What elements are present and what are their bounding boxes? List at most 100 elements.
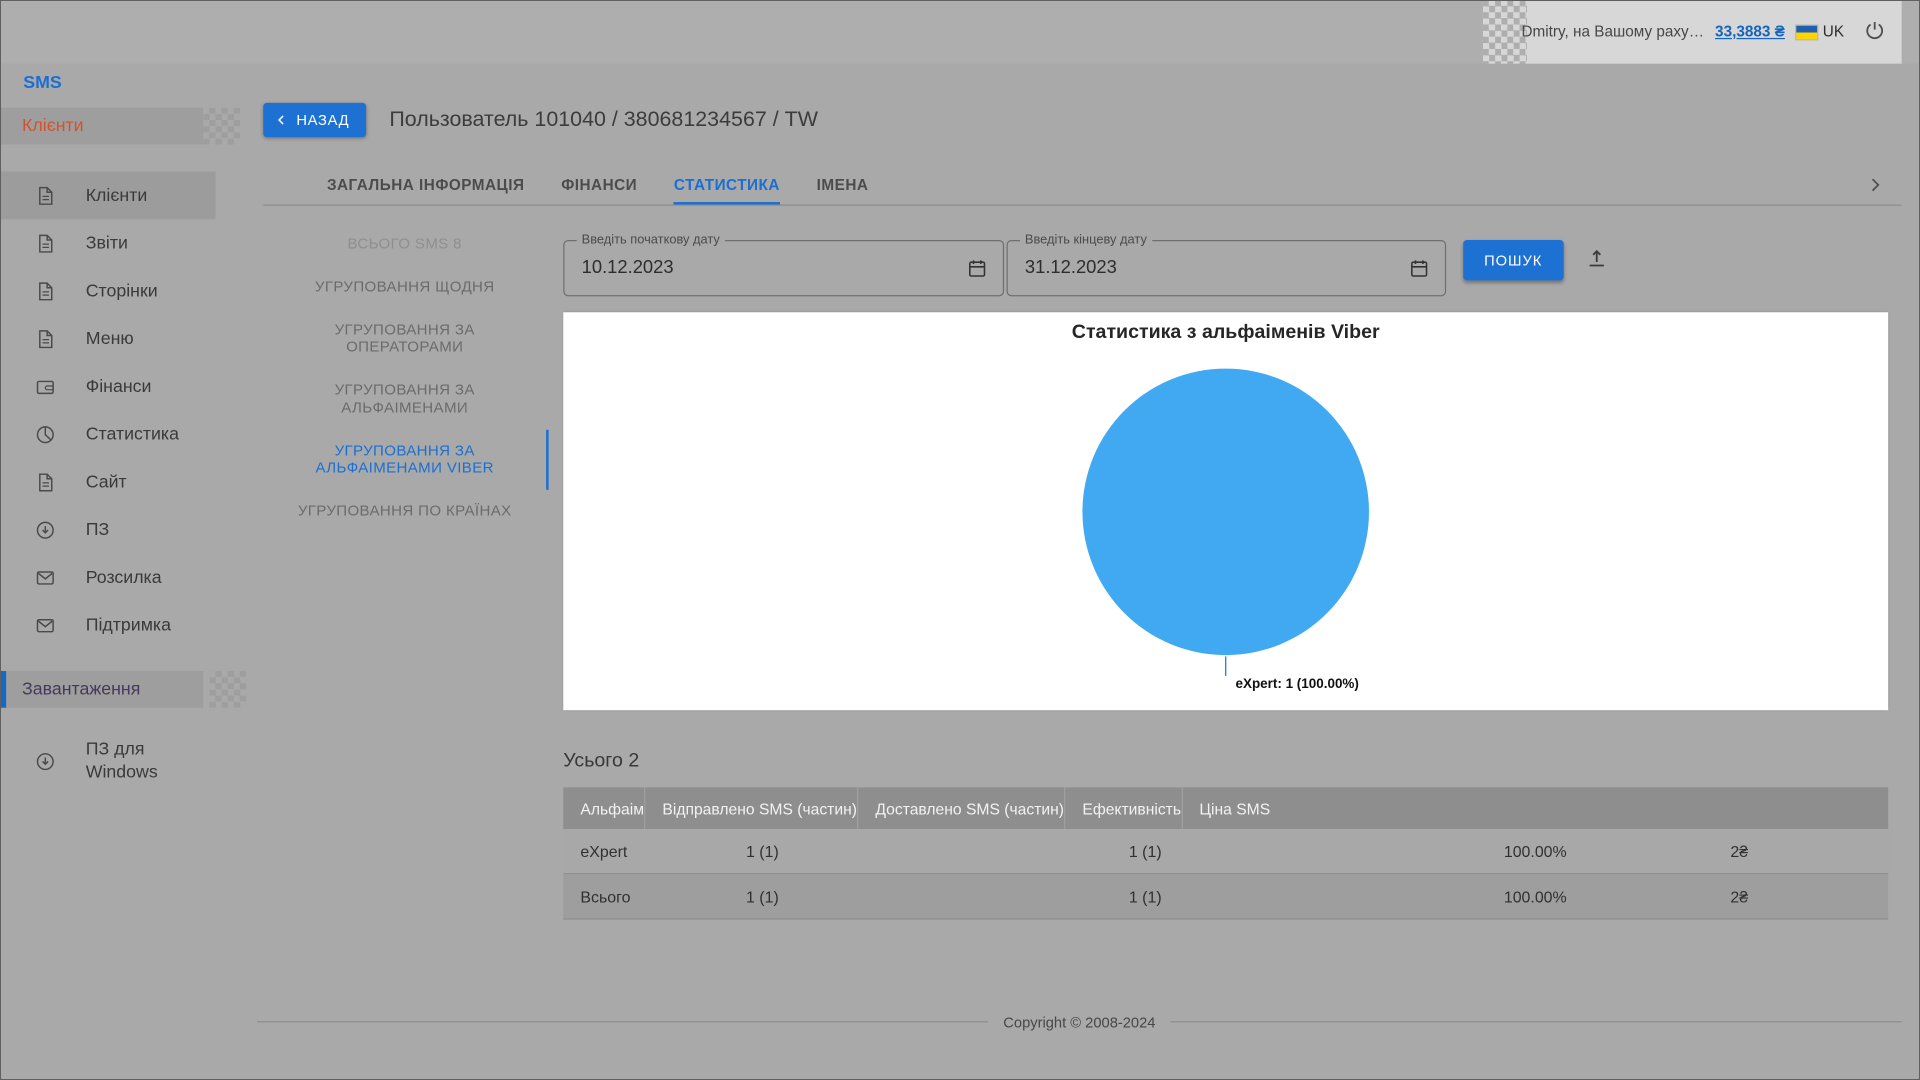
table-cell: Всього <box>580 887 631 906</box>
table-cell: 2₴ <box>1730 887 1749 906</box>
table-header-cell: Ефективність <box>1064 787 1181 829</box>
table-row: eXpert 1 (1) 1 (1) 100.00% 2₴ <box>563 828 1889 875</box>
topbar-dither-decoration <box>1482 0 1527 64</box>
sidebar-group-clients[interactable]: Клієнти <box>0 107 240 145</box>
pie-slice[interactable] <box>1082 368 1369 656</box>
subnav-item[interactable]: ВСЬОГО SMS 8 <box>263 223 548 266</box>
start-date-field[interactable]: Введіть початкову дату 10.12.2023 <box>563 232 1005 297</box>
table-cell: 1 (1) <box>1128 887 1162 906</box>
table-body: eXpert 1 (1) 1 (1) 100.00% 2₴ Всього 1 (… <box>563 828 1889 920</box>
document-icon <box>34 328 56 350</box>
back-button-label: НАЗАД <box>296 111 350 129</box>
sidebar-item-label: Клієнти <box>85 185 148 206</box>
document-icon <box>34 184 56 206</box>
sidebar-item-label: ПЗ для Windows <box>85 739 158 783</box>
summary-total: Усього 2 <box>563 750 640 772</box>
table-cell: 1 (1) <box>746 887 779 906</box>
table-cell: 1 (1) <box>1128 841 1162 861</box>
group-dither-decoration <box>209 671 247 708</box>
sidebar: SMS Клієнти Клієнти Звіти Сторінки Меню … <box>0 64 260 1080</box>
sidebar-item-label: Звіти <box>85 233 128 253</box>
tab-bar: ЗАГАЛЬНА ІНФОРМАЦІЯ ФІНАНСИ СТАТИСТИКА І… <box>263 167 1902 206</box>
sidebar-item[interactable]: Фінанси <box>0 362 216 410</box>
table-header-cell: Доставлено SMS (частин) <box>856 787 1064 829</box>
sidebar-item-label: Статистика <box>85 424 179 444</box>
sidebar-item[interactable]: Меню <box>0 315 216 363</box>
tab[interactable]: ЗАГАЛЬНА ІНФОРМАЦІЯ <box>327 167 525 205</box>
footer-copyright: Copyright © 2008-2024 <box>988 1013 1171 1032</box>
upload-icon <box>1589 249 1604 267</box>
chevron-left-icon <box>277 115 284 125</box>
table-cell: eXpert <box>580 841 628 861</box>
app-window: Dmitry, на Вашому раху… 33,3883 ₴ UK SMS… <box>0 0 1920 1080</box>
pie-chart-icon <box>34 423 56 445</box>
sidebar-group-downloads[interactable]: Завантаження <box>0 671 247 708</box>
document-icon <box>34 471 56 493</box>
sidebar-items: Клієнти Звіти Сторінки Меню Фінанси Стат… <box>0 171 260 649</box>
language-switcher[interactable]: UK <box>1795 23 1845 41</box>
sidebar-item-label: Фінанси <box>85 376 152 397</box>
start-date-value: 10.12.2023 <box>581 257 674 278</box>
user-greeting: Dmitry, на Вашому раху… <box>1521 23 1705 41</box>
back-button[interactable]: НАЗАД <box>263 102 367 138</box>
footer: Copyright © 2008-2024 <box>257 1011 1902 1033</box>
page-title: Пользователь 101040 / 380681234567 / TW <box>389 106 818 132</box>
sidebar-item-label: Розсилка <box>85 567 162 588</box>
sidebar-item[interactable]: Підтримка <box>0 601 216 649</box>
tabs-scroll-right-button[interactable] <box>1866 176 1883 193</box>
balance-link[interactable]: 33,3883 ₴ <box>1715 23 1785 40</box>
subnav-item[interactable]: УГРУПОВАННЯ ЩОДНЯ <box>263 265 548 308</box>
table-cell: 1 (1) <box>746 841 779 861</box>
table-cell: 100.00% <box>1503 887 1567 906</box>
envelope-icon <box>34 566 56 588</box>
sidebar-item-label: Сторінки <box>85 281 158 301</box>
main-content: Введіть початкову дату 10.12.2023 Введіт… <box>563 232 1889 920</box>
sidebar-item-label: Підтримка <box>85 615 171 635</box>
sidebar-item[interactable]: Статистика <box>0 410 216 458</box>
download-icon <box>34 751 56 773</box>
table-cell: 100.00% <box>1503 841 1567 861</box>
export-button[interactable] <box>1584 246 1611 273</box>
tab[interactable]: ІМЕНА <box>817 167 869 205</box>
ukraine-flag-icon <box>1795 25 1817 39</box>
search-button[interactable]: ПОШУК <box>1463 240 1564 281</box>
sidebar-item-windows-software[interactable]: ПЗ для Windows <box>0 732 260 791</box>
end-date-field[interactable]: Введіть кінцеву дату 31.12.2023 <box>1006 232 1447 297</box>
sidebar-item[interactable]: ПЗ <box>0 506 216 554</box>
pie-chart: eXpert: 1 (100.00%) <box>1082 368 1369 691</box>
sidebar-item-label: Сайт <box>85 472 127 492</box>
group-dither-decoration <box>203 107 240 145</box>
sidebar-item[interactable]: Звіти <box>0 219 216 267</box>
wallet-icon <box>34 375 56 397</box>
sidebar-item[interactable]: Сайт <box>0 458 216 506</box>
sidebar-item[interactable]: Сторінки <box>0 267 216 315</box>
logout-button[interactable] <box>1862 18 1886 45</box>
table-cell: 2₴ <box>1730 841 1749 861</box>
pie-callout-label: eXpert: 1 (100.00%) <box>1236 676 1359 691</box>
sidebar-group-clients-label: Клієнти <box>22 116 84 136</box>
calendar-icon[interactable] <box>966 257 988 279</box>
subnav-item[interactable]: УГРУПОВАННЯ ПО КРАЇНАХ <box>263 490 548 533</box>
sidebar-item[interactable]: Клієнти <box>0 171 216 220</box>
calendar-icon[interactable] <box>1408 257 1430 279</box>
document-icon <box>34 232 56 254</box>
power-icon <box>1866 21 1884 40</box>
tab[interactable]: ФІНАНСИ <box>561 167 637 205</box>
envelope-icon <box>34 614 56 636</box>
subnav-item[interactable]: УГРУПОВАННЯ ЗА ОПЕРАТОРАМИ <box>263 308 548 369</box>
table-header-row: Альфаім Відправлено SMS (частин) Доставл… <box>563 787 1889 829</box>
sidebar-item[interactable]: Розсилка <box>0 553 216 601</box>
sidebar-item-label: Меню <box>85 328 134 349</box>
table-row: Всього 1 (1) 1 (1) 100.00% 2₴ <box>563 874 1889 920</box>
subnav-item[interactable]: УГРУПОВАННЯ ЗА АЛЬФАІМЕНАМИ <box>263 369 548 430</box>
language-label: UK <box>1822 23 1845 41</box>
document-icon <box>34 280 56 302</box>
subnav-item[interactable]: УГРУПОВАННЯ ЗА АЛЬФАІМЕНАМИ VIBER <box>263 429 549 490</box>
tab[interactable]: СТАТИСТИКА <box>673 167 780 205</box>
end-date-value: 31.12.2023 <box>1024 257 1117 278</box>
sidebar-item-label: ПЗ <box>85 519 110 540</box>
statistics-table: Альфаім Відправлено SMS (частин) Доставл… <box>563 787 1889 920</box>
chart-title: Статистика з альфаіменів Viber <box>1071 322 1380 343</box>
statistics-subnav: ВСЬОГО SMS 8 УГРУПОВАННЯ ЩОДНЯ УГРУПОВАН… <box>263 223 549 533</box>
download-icon <box>34 519 56 541</box>
